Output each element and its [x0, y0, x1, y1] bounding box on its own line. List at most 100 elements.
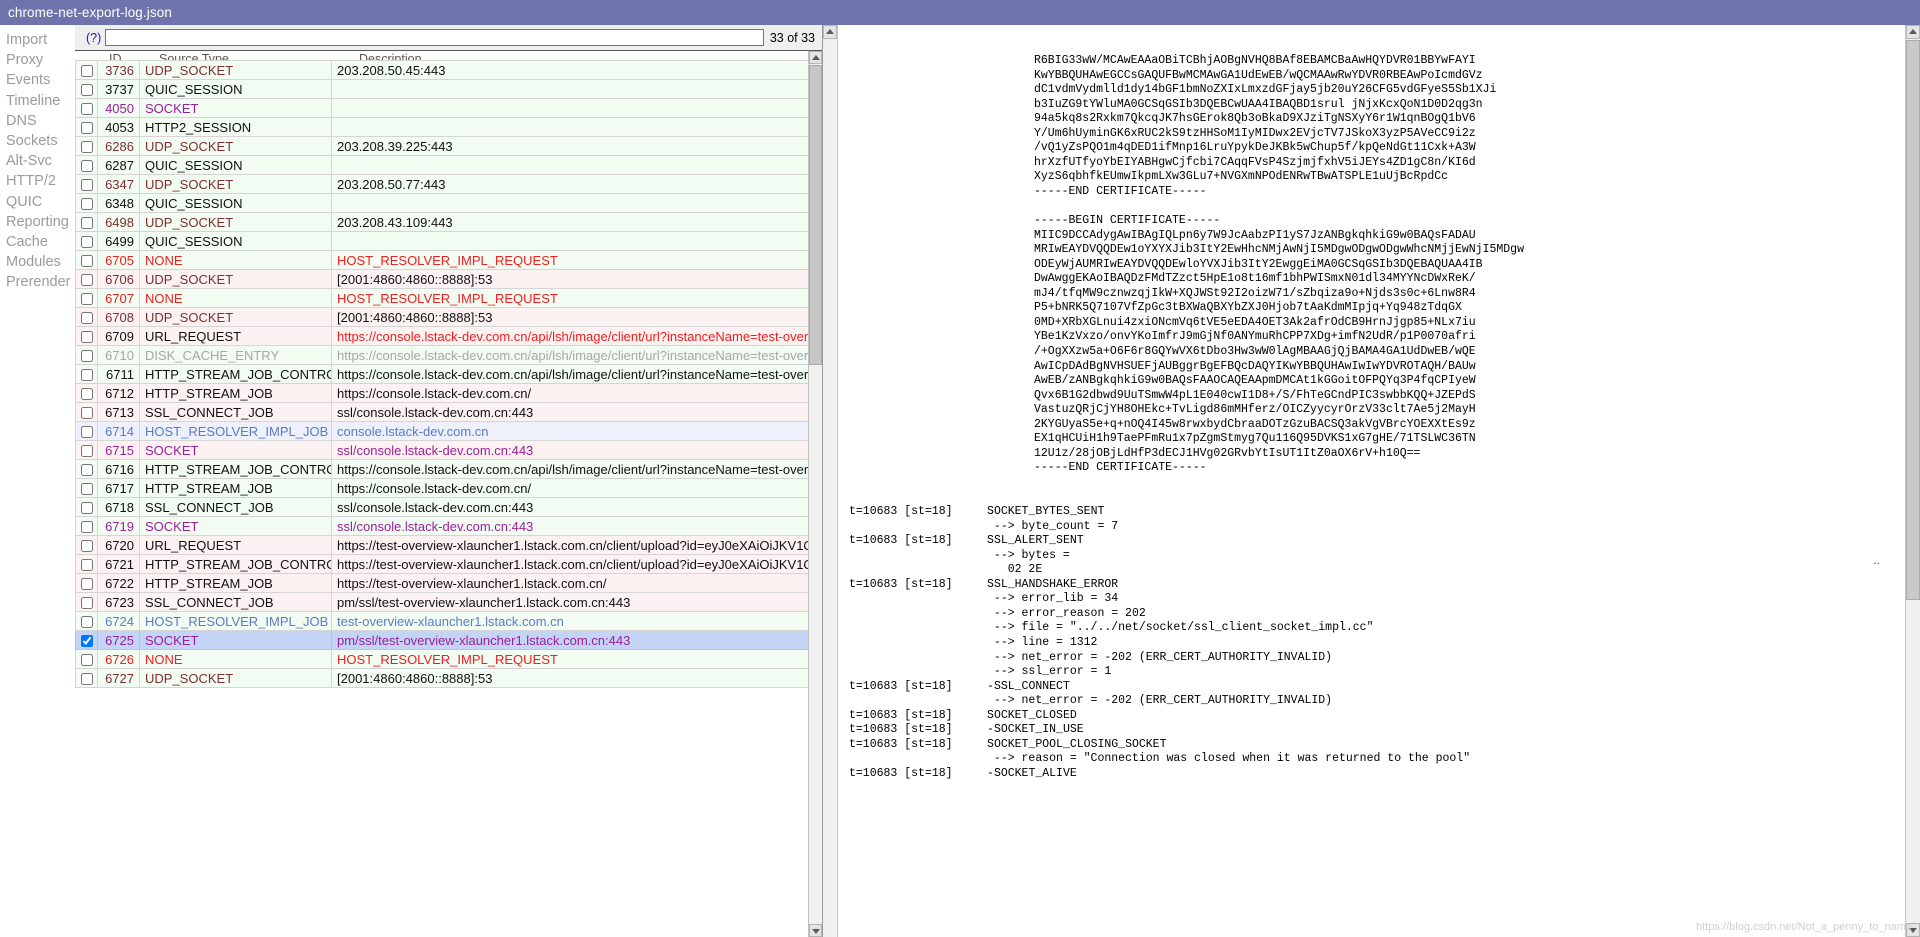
sidebar-item-prerender[interactable]: Prerender	[0, 272, 75, 292]
table-row[interactable]: 6718 SSL_CONNECT_JOB ssl/console.lstack-de…	[75, 497, 809, 517]
row-checkbox-cell[interactable]	[75, 668, 98, 688]
filter-input[interactable]	[105, 29, 764, 46]
row-checkbox[interactable]	[81, 369, 93, 382]
table-row[interactable]: 6719 SOCKET ssl/console.lstack-dev.com.cn:…	[75, 516, 809, 536]
table-row[interactable]: 6712 HTTP_STREAM_JOB https://console.lstac…	[75, 383, 809, 403]
sidebar-item-quic[interactable]: QUIC	[0, 192, 75, 212]
table-row[interactable]: 6721HTTP_STREAM_JOB_CONTROLLERhttps://te…	[75, 554, 809, 574]
row-checkbox-cell[interactable]	[75, 345, 98, 365]
row-checkbox-cell[interactable]	[75, 136, 98, 156]
row-checkbox[interactable]	[81, 122, 93, 135]
log-scroll-up-icon[interactable]	[823, 25, 837, 39]
row-checkbox-cell[interactable]	[75, 155, 98, 175]
row-checkbox[interactable]	[81, 217, 93, 230]
row-checkbox-cell[interactable]	[75, 174, 98, 194]
row-checkbox-cell[interactable]	[75, 649, 98, 669]
row-checkbox-cell[interactable]	[75, 516, 98, 536]
row-checkbox[interactable]	[81, 616, 93, 629]
row-checkbox-cell[interactable]	[75, 60, 98, 80]
row-checkbox[interactable]	[81, 160, 93, 173]
table-row[interactable]: 6498 UDP_SOCKET 203.208.43.109:443	[75, 212, 809, 232]
table-row[interactable]: 6348 QUIC_SESSION	[75, 193, 809, 213]
row-checkbox-cell[interactable]	[75, 497, 98, 517]
table-row[interactable]: 6705 NONE HOST_RESOLVER_IMPL_REQUEST	[75, 250, 809, 270]
row-checkbox[interactable]	[81, 445, 93, 458]
col-description[interactable]: Description	[355, 51, 808, 60]
row-checkbox-cell[interactable]	[75, 288, 98, 308]
table-row[interactable]: 6713 SSL_CONNECT_JOB ssl/console.lstack-de…	[75, 402, 809, 422]
table-row[interactable]: 6347 UDP_SOCKET 203.208.50.77:443	[75, 174, 809, 194]
sidebar-item-modules[interactable]: Modules	[0, 252, 75, 272]
log-left-scrollbar[interactable]	[823, 25, 838, 937]
row-checkbox-cell[interactable]	[75, 79, 98, 99]
row-checkbox[interactable]	[81, 578, 93, 591]
help-icon[interactable]: (?)	[86, 31, 101, 45]
row-checkbox-cell[interactable]	[75, 459, 98, 479]
row-checkbox[interactable]	[81, 673, 93, 686]
row-checkbox-cell[interactable]	[75, 117, 98, 137]
row-checkbox-cell[interactable]	[75, 573, 98, 593]
row-checkbox[interactable]	[81, 293, 93, 306]
col-id[interactable]: ID	[105, 51, 155, 60]
col-source-type[interactable]: Source Type	[155, 51, 355, 60]
table-row[interactable]: 6717 HTTP_STREAM_JOB https://console.lstac…	[75, 478, 809, 498]
row-checkbox[interactable]	[81, 84, 93, 97]
row-checkbox-cell[interactable]	[75, 478, 98, 498]
table-row[interactable]: 6707 NONE HOST_RESOLVER_IMPL_REQUEST	[75, 288, 809, 308]
table-row[interactable]: 6709 URL_REQUEST https://console.lstack-de…	[75, 326, 809, 346]
row-checkbox[interactable]	[81, 502, 93, 515]
row-checkbox[interactable]	[81, 331, 93, 344]
row-checkbox-cell[interactable]	[75, 440, 98, 460]
sidebar-item-import[interactable]: Import	[0, 30, 75, 50]
table-row[interactable]: 6714 HOST_RESOLVER_IMPL_JOB console.lstack…	[75, 421, 809, 441]
row-checkbox[interactable]	[81, 388, 93, 401]
table-row[interactable]: 6725 SOCKET pm/ssl/test-overview-xlauncher…	[75, 630, 809, 650]
table-row[interactable]: 6499 QUIC_SESSION	[75, 231, 809, 251]
row-checkbox[interactable]	[81, 198, 93, 211]
row-checkbox[interactable]	[81, 103, 93, 116]
row-checkbox[interactable]	[81, 426, 93, 439]
row-checkbox[interactable]	[81, 635, 93, 648]
table-row[interactable]: 4053 HTTP2_SESSION	[75, 117, 809, 137]
sidebar-item-events[interactable]: Events	[0, 70, 75, 90]
table-row[interactable]: 6710 DISK_CACHE_ENTRY https://console.lsta…	[75, 345, 809, 365]
row-checkbox[interactable]	[81, 255, 93, 268]
row-checkbox-cell[interactable]	[75, 307, 98, 327]
sidebar-item-alt-svc[interactable]: Alt-Svc	[0, 151, 75, 171]
row-checkbox[interactable]	[81, 274, 93, 287]
log-scrollbar[interactable]	[1905, 25, 1920, 937]
row-checkbox-cell[interactable]	[75, 630, 98, 650]
row-checkbox-cell[interactable]	[75, 592, 98, 612]
row-checkbox[interactable]	[81, 540, 93, 553]
row-checkbox-cell[interactable]	[75, 383, 98, 403]
table-row[interactable]: 6711HTTP_STREAM_JOB_CONTROLLERhttps://co…	[75, 364, 809, 384]
table-row[interactable]: 4050 SOCKET	[75, 98, 809, 118]
table-row[interactable]: 6727 UDP_SOCKET [2001:4860:4860::8888]:53	[75, 668, 809, 688]
sidebar-item-timeline[interactable]: Timeline	[0, 91, 75, 111]
table-row[interactable]: 6723 SSL_CONNECT_JOB pm/ssl/test-overview-…	[75, 592, 809, 612]
table-row[interactable]: 6722 HTTP_STREAM_JOB https://test-overview…	[75, 573, 809, 593]
table-row[interactable]: 6287 QUIC_SESSION	[75, 155, 809, 175]
row-checkbox[interactable]	[81, 559, 93, 572]
table-row[interactable]: 6724 HOST_RESOLVER_IMPL_JOB test-overview-…	[75, 611, 809, 631]
sidebar-item-proxy[interactable]: Proxy	[0, 50, 75, 70]
row-checkbox[interactable]	[81, 312, 93, 325]
row-checkbox[interactable]	[81, 521, 93, 534]
row-checkbox-cell[interactable]	[75, 611, 98, 631]
table-row[interactable]: 3736 UDP_SOCKET 203.208.50.45:443	[75, 60, 809, 80]
row-checkbox-cell[interactable]	[75, 231, 98, 251]
scroll-up-icon[interactable]	[809, 51, 822, 64]
events-scrollbar[interactable]	[808, 51, 822, 937]
table-row[interactable]: 6706 UDP_SOCKET [2001:4860:4860::8888]:53	[75, 269, 809, 289]
sidebar-item-cache[interactable]: Cache	[0, 232, 75, 252]
log-scroll-thumb[interactable]	[1906, 40, 1920, 600]
row-checkbox[interactable]	[81, 350, 93, 363]
row-checkbox[interactable]	[81, 483, 93, 496]
row-checkbox[interactable]	[81, 65, 93, 78]
row-checkbox-cell[interactable]	[75, 421, 98, 441]
row-checkbox[interactable]	[81, 654, 93, 667]
row-checkbox-cell[interactable]	[75, 193, 98, 213]
row-checkbox-cell[interactable]	[75, 326, 98, 346]
table-row[interactable]: 6726 NONE HOST_RESOLVER_IMPL_REQUEST	[75, 649, 809, 669]
table-row[interactable]: 3737 QUIC_SESSION	[75, 79, 809, 99]
